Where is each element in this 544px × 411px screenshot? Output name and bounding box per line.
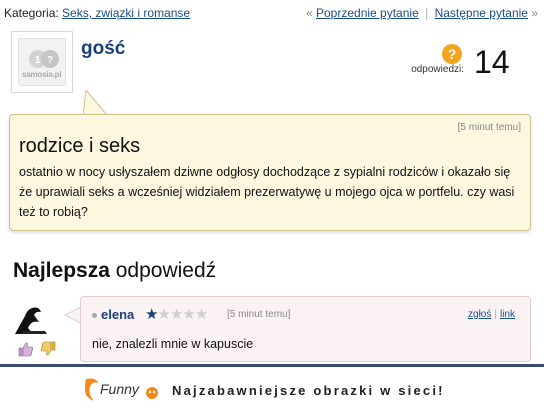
answer-actions: zgłoś | link	[468, 309, 515, 320]
avatar-logo-text: samosia.pl	[22, 70, 62, 79]
answers-counter: ? odpowiedzi: 14	[402, 40, 532, 84]
category-link[interactable]: Seks, związki i romanse	[62, 6, 190, 20]
question-bubble: [5 minut temu] rodzice i seks ostatnio w…	[9, 114, 531, 231]
report-link[interactable]: zgłoś	[468, 309, 491, 320]
prev-question-link[interactable]: Poprzednie pytanie	[316, 6, 419, 20]
star-empty-icon: ★	[182, 306, 195, 323]
answer-bubble: elena ★★★★★ [5 minut temu] zgłoś | link ni…	[80, 296, 531, 362]
question-bubble-tail	[83, 90, 108, 116]
thumbs-up-icon[interactable]	[18, 341, 34, 357]
star-empty-icon: ★	[157, 306, 170, 323]
funny-logo[interactable]: Funny	[82, 375, 162, 405]
author-avatar[interactable]: 1 ? samosia.pl	[11, 31, 73, 93]
next-arrow-icon: »	[531, 6, 538, 20]
footer-slogan: Najzabawniejsze obrazki w sieci!	[172, 383, 445, 398]
question-body: ostatnio w nocy usłyszałem dziwne odgłos…	[19, 165, 515, 219]
rating-stars: ★★★★★	[145, 305, 208, 323]
footer-banner: Funny Najzabawniejsze obrazki w sieci!	[0, 364, 544, 411]
question-pager: « Poprzednie pytanie | Następne pytanie …	[306, 6, 538, 20]
actions-separator: |	[494, 309, 497, 320]
category-label: Kategoria:	[4, 6, 59, 20]
next-question-link[interactable]: Następne pytanie	[435, 6, 528, 20]
answer-author[interactable]: elena	[101, 307, 134, 322]
answer-time: [5 minut temu]	[227, 309, 291, 320]
svg-text:1: 1	[35, 55, 41, 66]
star-empty-icon: ★	[194, 306, 208, 323]
status-dot-icon	[92, 313, 97, 318]
question-title: rodzice i seks	[19, 135, 141, 157]
answers-count: 14	[474, 44, 510, 80]
question-author[interactable]: gość	[81, 38, 125, 60]
answerer-avatar[interactable]	[11, 300, 51, 336]
permalink-link[interactable]: link	[500, 309, 515, 320]
silhouette-icon	[15, 307, 47, 334]
top-nav: Kategoria: Seks, związki i romanse « Pop…	[0, 6, 544, 24]
vote-controls	[18, 341, 62, 357]
prev-arrow-icon: «	[305, 6, 313, 20]
star-filled-icon: ★	[145, 306, 158, 323]
pager-separator: |	[425, 6, 429, 20]
svg-text:?: ?	[47, 55, 53, 66]
question-mark-icon: ?	[442, 44, 462, 64]
answer-body: nie, znalezli mnie w kapuscie	[92, 337, 254, 351]
best-answer-heading-bold: Najlepsza	[13, 259, 110, 282]
star-empty-icon: ★	[169, 306, 183, 323]
category-breadcrumb: Kategoria: Seks, związki i romanse	[4, 6, 190, 20]
best-answer-heading-rest: odpowiedź	[109, 259, 217, 282]
avatar-placeholder-icon: 1 ? samosia.pl	[18, 38, 66, 86]
question-time: [5 minut temu]	[457, 122, 521, 133]
logo-text: Funny	[100, 381, 139, 397]
answers-label: odpowiedzi:	[411, 64, 464, 75]
best-answer-heading: Najlepsza odpowiedź	[13, 259, 216, 283]
thumbs-down-icon[interactable]	[40, 341, 56, 357]
